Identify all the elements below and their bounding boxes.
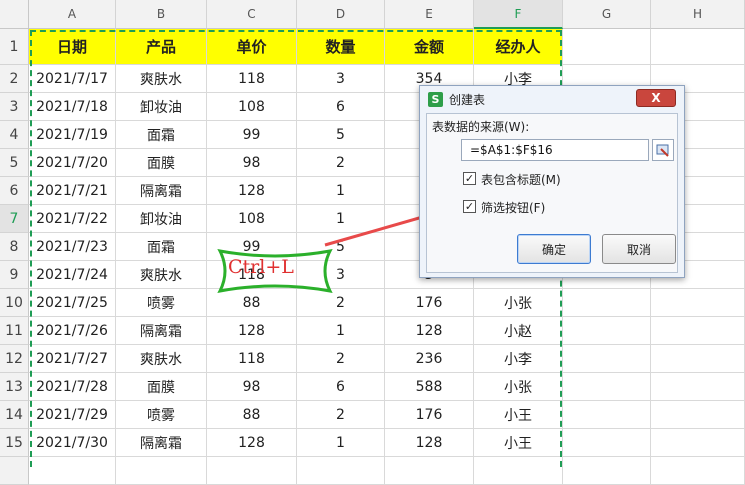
cancel-button[interactable]: 取消 <box>602 234 676 264</box>
create-table-dialog: S 创建表 X 表数据的来源(W): =$A$1:$F$16 ✓ 表包含标题(M… <box>419 85 685 278</box>
ok-button[interactable]: 确定 <box>517 234 591 264</box>
wps-logo-icon: S <box>428 91 443 107</box>
range-picker-icon <box>656 144 669 157</box>
filter-button-label: 筛选按钮(F) <box>481 201 546 215</box>
has-header-checkbox[interactable]: ✓ <box>463 172 476 185</box>
range-picker-button[interactable] <box>652 139 674 161</box>
range-input[interactable]: =$A$1:$F$16 <box>461 139 649 161</box>
dialog-body: 表数据的来源(W): =$A$1:$F$16 ✓ 表包含标题(M) ✓ 筛选按钮… <box>426 113 678 273</box>
dialog-title: 创建表 <box>449 92 486 107</box>
has-header-label: 表包含标题(M) <box>481 173 561 187</box>
shortcut-annotation-text: Ctrl+L <box>228 256 294 278</box>
close-button[interactable]: X <box>636 89 676 107</box>
filter-button-checkbox[interactable]: ✓ <box>463 200 476 213</box>
source-label: 表数据的来源(W): <box>432 120 530 134</box>
dialog-titlebar[interactable]: S 创建表 X <box>420 86 684 112</box>
